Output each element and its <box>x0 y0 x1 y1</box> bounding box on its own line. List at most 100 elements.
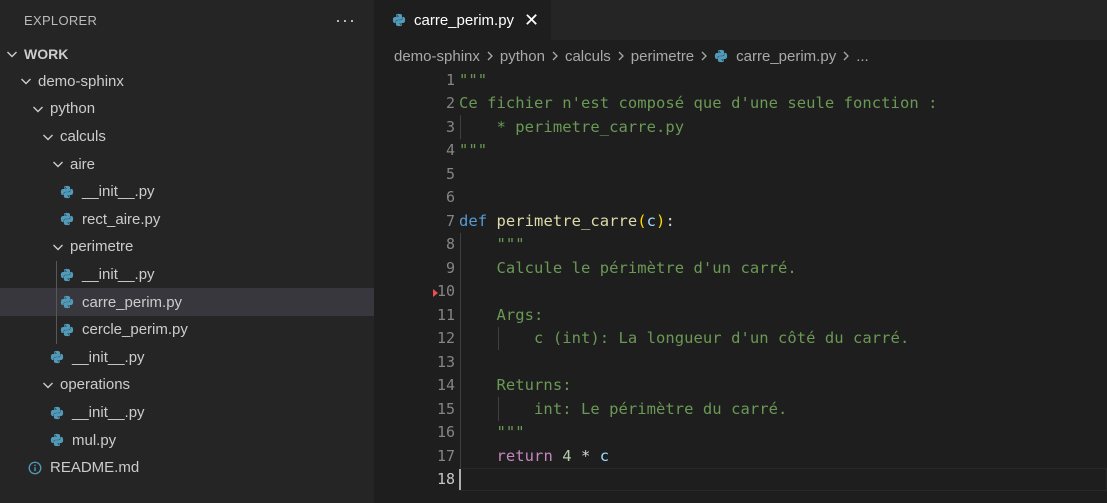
line-text: return 4 * c <box>459 446 610 465</box>
line-number: 14 <box>436 376 455 395</box>
tree-folder[interactable]: python <box>0 95 374 123</box>
chevron-down-icon <box>42 379 54 391</box>
breadcrumb-item[interactable]: calculs <box>565 48 611 65</box>
indent-guide <box>460 232 461 468</box>
tree-item-label: __init__.py <box>72 348 145 366</box>
code-line[interactable]: 11 Args: <box>374 303 1107 327</box>
code-token: ( <box>637 211 647 230</box>
python-file-icon <box>60 323 74 337</box>
chevron-down-icon <box>52 158 64 170</box>
explorer-header: EXPLORER ··· <box>0 0 374 40</box>
code-token: : <box>665 211 675 230</box>
code-line[interactable]: 12 c (int): La longueur d'un côté du car… <box>374 327 1107 351</box>
code-line[interactable]: 4 """ <box>374 139 1107 163</box>
text-cursor <box>459 468 461 490</box>
code-token: int: Le périmètre du carré. <box>459 399 788 418</box>
workspace-root[interactable]: WORK <box>0 40 374 68</box>
code-line[interactable]: 14 Returns: <box>374 374 1107 398</box>
tree-item-label: README.md <box>50 459 140 477</box>
tree-file[interactable]: __init__.py <box>0 399 374 427</box>
tree-item-label: carre_perim.py <box>82 293 183 311</box>
python-file-icon <box>50 406 64 420</box>
python-file-icon <box>60 295 74 309</box>
python-file-icon <box>60 185 74 199</box>
info-icon <box>28 461 42 475</box>
python-file-icon <box>50 350 64 364</box>
code-line[interactable]: 5 <box>374 162 1107 186</box>
tab-bar: carre_perim.py ✕ <box>374 0 1107 40</box>
tree-folder[interactable]: calculs <box>0 123 374 151</box>
more-actions-icon[interactable]: ··· <box>335 10 356 31</box>
breadcrumb-symbols[interactable]: ... <box>856 48 869 65</box>
tree-item-label: __init__.py <box>82 183 155 201</box>
code-line[interactable]: 17 return 4 * c <box>374 444 1107 468</box>
code-line[interactable]: 7 def perimetre_carre(c): <box>374 209 1107 233</box>
tree-file[interactable]: README.md <box>0 454 374 482</box>
python-file-icon <box>50 433 64 447</box>
code-line[interactable]: 13 <box>374 350 1107 374</box>
code-token: c (int): La longueur d'un côté du carré. <box>459 329 910 348</box>
chevron-down-icon <box>32 103 44 115</box>
python-file-icon <box>60 212 74 226</box>
indent-guide <box>460 115 461 139</box>
file-tree: WORK demo-sphinx python calculs aire __init__… <box>0 40 374 482</box>
line-text: int: Le périmètre du carré. <box>459 400 787 418</box>
breadcrumb-item[interactable]: perimetre <box>631 48 694 65</box>
line-number: 17 <box>436 446 455 465</box>
line-number: 7 <box>445 211 455 230</box>
code-line[interactable]: 6 <box>374 186 1107 210</box>
line-text: Returns: <box>459 376 572 394</box>
line-number: 11 <box>436 305 455 324</box>
line-number: 2 <box>445 94 455 113</box>
code-token: c <box>646 211 657 230</box>
code-line[interactable]: 2 Ce fichier n'est composé que d'une seul… <box>374 92 1107 116</box>
tree-file[interactable]: __init__.py <box>0 344 374 372</box>
python-file-icon <box>60 268 74 282</box>
tree-item-label: python <box>50 100 96 118</box>
code-editor[interactable]: 1 """ 2 Ce fichier n'est composé que d'une … <box>374 68 1107 503</box>
current-line-highlight <box>459 467 1107 491</box>
tree-file[interactable]: __init__.py <box>0 178 374 206</box>
code-line[interactable]: 15 int: Le périmètre du carré. <box>374 397 1107 421</box>
code-line[interactable]: 16 """ <box>374 421 1107 445</box>
code-token: def <box>459 211 497 230</box>
close-icon[interactable]: ✕ <box>524 11 539 29</box>
line-number: 12 <box>436 329 455 348</box>
line-text: """ <box>459 141 487 159</box>
breadcrumb-file[interactable]: carre_perim.py <box>714 48 836 65</box>
code-line[interactable]: 3 * perimetre_carre.py <box>374 115 1107 139</box>
breadcrumb-file-label: carre_perim.py <box>736 47 837 65</box>
tree-folder[interactable]: operations <box>0 371 374 399</box>
line-number: 18 <box>436 470 455 489</box>
line-number: 16 <box>436 423 455 442</box>
tree-item-label: cercle_perim.py <box>82 321 188 339</box>
tree-folder[interactable]: aire <box>0 150 374 178</box>
code-token: Calcule le périmètre d'un carré. <box>459 258 797 277</box>
tree-folder[interactable]: demo-sphinx <box>0 68 374 96</box>
code-line[interactable]: 10 <box>374 280 1107 304</box>
line-number: 3 <box>445 117 455 136</box>
code-token: """ <box>459 141 488 160</box>
line-number: 1 <box>445 70 455 89</box>
chevron-right-icon <box>551 50 559 62</box>
tree-item-label: calculs <box>60 128 106 146</box>
tree-file[interactable]: mul.py <box>0 426 374 454</box>
breadcrumb-item[interactable]: python <box>500 48 545 65</box>
chevron-down-icon <box>20 75 32 87</box>
code-token: """ <box>459 235 525 254</box>
breadcrumb-item[interactable]: demo-sphinx <box>394 48 480 65</box>
line-number: 8 <box>445 235 455 254</box>
diagnostic-marker-icon[interactable] <box>433 289 438 297</box>
line-text: Args: <box>459 306 544 324</box>
line-number: 15 <box>436 399 455 418</box>
tab-carre-perim[interactable]: carre_perim.py ✕ <box>374 0 552 40</box>
tree-file[interactable]: rect_aire.py <box>0 206 374 234</box>
line-number: 10 <box>436 282 455 301</box>
tree-folder[interactable]: perimetre <box>0 233 374 261</box>
code-token: return <box>496 446 563 465</box>
code-line[interactable]: 8 """ <box>374 233 1107 257</box>
code-line[interactable]: 9 Calcule le périmètre d'un carré. <box>374 256 1107 280</box>
code-line[interactable]: 1 """ <box>374 68 1107 92</box>
editor-area: carre_perim.py ✕ demo-sphinx python calcul… <box>374 0 1107 503</box>
